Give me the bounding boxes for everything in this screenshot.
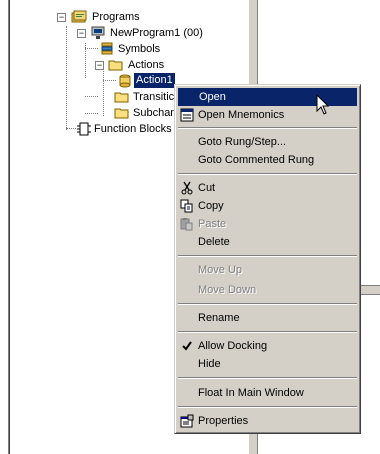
menu-label: Move Up — [198, 264, 243, 276]
tree-label: Actions — [128, 59, 165, 71]
scissors-icon — [181, 181, 193, 195]
menu-item-delete[interactable]: Delete — [178, 233, 357, 251]
menu-item-goto-commented-rung[interactable]: Goto Commented Rung — [178, 151, 357, 169]
pane-border-inner — [9, 0, 10, 454]
check-icon — [182, 341, 192, 351]
menu-label: Properties — [198, 415, 249, 427]
program-icon — [91, 26, 105, 39]
tree-line — [85, 48, 98, 50]
tree-label-selected: Action1 — [134, 73, 175, 88]
tree-line — [85, 113, 98, 115]
action-icon — [119, 74, 131, 88]
menu-label: Move Down — [198, 284, 257, 296]
menu-label: Delete — [198, 236, 230, 248]
tree-line — [85, 96, 98, 98]
tree-line — [66, 26, 68, 130]
menu-item-hide[interactable]: Hide — [178, 355, 357, 373]
menu-label: Float In Main Window — [198, 387, 304, 399]
menu-item-rename[interactable]: Rename — [178, 309, 357, 327]
tree-item-programs[interactable]: − Programs — [57, 9, 247, 25]
menu-label: Rename — [198, 312, 240, 324]
function-block-icon — [77, 122, 91, 136]
menu-item-paste[interactable]: Paste — [178, 215, 357, 233]
menu-item-open[interactable]: Open — [178, 88, 357, 106]
programs-folder-icon — [71, 10, 87, 23]
menu-separator — [178, 406, 357, 408]
tree-label: Symbols — [118, 43, 161, 55]
menu-item-properties[interactable]: Properties — [178, 412, 357, 430]
paste-icon — [180, 218, 193, 231]
tree-label: Function Blocks — [94, 123, 172, 135]
tree-label: Transitic — [133, 91, 175, 103]
menu-item-allow-docking[interactable]: Allow Docking — [178, 337, 357, 355]
menu-separator — [178, 173, 357, 175]
menu-label: Hide — [198, 358, 221, 370]
menu-label: Open — [199, 91, 226, 103]
menu-label: Goto Rung/Step... — [198, 136, 287, 148]
mnemonics-icon — [180, 108, 194, 122]
menu-separator — [178, 377, 357, 379]
collapse-icon[interactable]: − — [95, 61, 104, 70]
mouse-pointer-icon — [316, 94, 330, 115]
menu-label: Goto Commented Rung — [198, 154, 315, 166]
menu-item-copy[interactable]: Copy — [178, 197, 357, 215]
copy-icon — [180, 199, 193, 213]
menu-separator — [178, 127, 357, 129]
tree-label: Programs — [92, 11, 140, 23]
menu-label: Allow Docking — [198, 340, 268, 352]
properties-icon — [180, 414, 194, 428]
context-menu: Open Open Mnemonics Goto Rung/Step... Go… — [174, 84, 361, 434]
menu-separator — [178, 331, 357, 333]
tree-item-symbols[interactable]: Symbols — [99, 41, 239, 57]
horizontal-splitter[interactable] — [360, 285, 380, 295]
menu-item-goto-rung[interactable]: Goto Rung/Step... — [178, 133, 357, 151]
tree-label: Subchar — [133, 107, 174, 119]
menu-separator — [178, 255, 357, 257]
folder-open-icon — [108, 60, 123, 71]
collapse-icon[interactable]: − — [57, 13, 66, 22]
folder-icon — [114, 92, 129, 103]
folder-icon — [114, 108, 129, 119]
menu-label: Copy — [198, 200, 224, 212]
menu-label: Cut — [198, 182, 216, 194]
menu-item-cut[interactable]: Cut — [178, 179, 357, 197]
tree-item-actions[interactable]: − Actions — [95, 57, 235, 73]
menu-label: Paste — [198, 218, 227, 230]
menu-separator — [178, 303, 357, 305]
tree-line — [66, 128, 76, 130]
menu-item-move-up[interactable]: Move Up — [178, 261, 357, 279]
symbols-icon — [101, 42, 113, 55]
tree-label: NewProgram1 (00) — [110, 27, 203, 39]
menu-item-move-down[interactable]: Move Down — [178, 281, 357, 299]
tree-item-newprogram[interactable]: − NewProgram1 (00) — [77, 25, 247, 41]
menu-item-open-mnemonics[interactable]: Open Mnemonics — [178, 106, 357, 124]
menu-label: Open Mnemonics — [198, 109, 285, 121]
menu-item-float-in-main-window[interactable]: Float In Main Window — [178, 384, 357, 402]
collapse-icon[interactable]: − — [77, 29, 86, 38]
